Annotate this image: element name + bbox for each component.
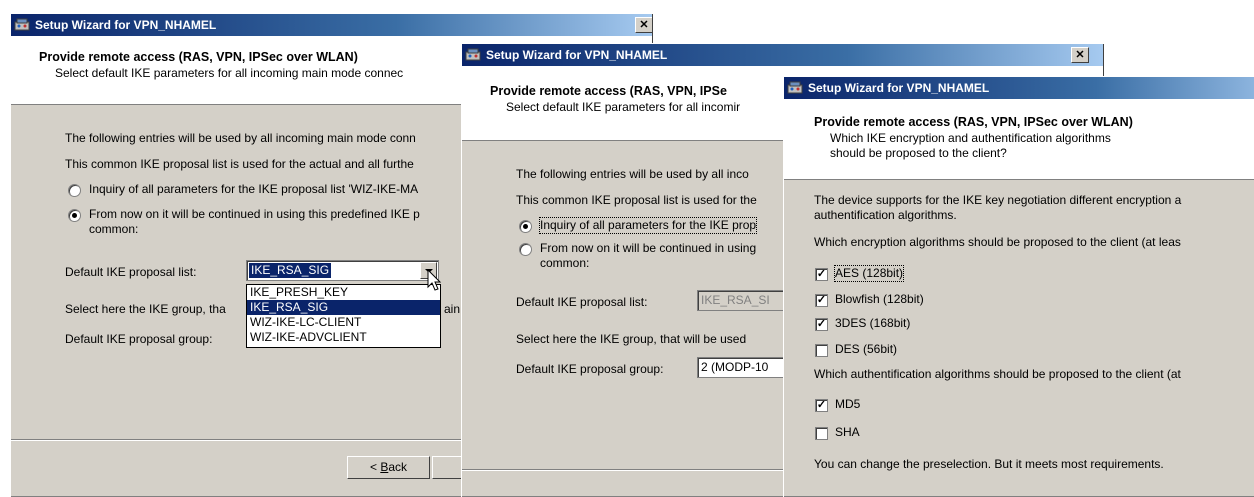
back-button-rest: ack xyxy=(388,460,408,474)
back-button-prefix: < xyxy=(369,460,381,474)
proposal-group-label: Default IKE proposal group: xyxy=(516,362,664,376)
proposal-group-label: Default IKE proposal group: xyxy=(65,332,213,346)
intro-text: The following entries will be used by al… xyxy=(65,131,416,145)
checkbox-3des-label[interactable]: 3DES (168bit) xyxy=(835,316,910,331)
radio-inquiry-label[interactable]: Inquiry of all parameters for the IKE pr… xyxy=(538,217,758,234)
network-wizard-icon xyxy=(787,81,803,94)
close-icon[interactable]: ✕ xyxy=(635,17,652,33)
checkbox-md5[interactable]: ✓ xyxy=(815,399,828,412)
radio-inquiry-label[interactable]: Inquiry of all parameters for the IKE pr… xyxy=(89,182,418,197)
checkbox-aes[interactable]: ✓ xyxy=(815,268,828,281)
checkbox-sha[interactable] xyxy=(815,427,828,440)
group-help-text-tail: ain xyxy=(444,302,461,316)
combo-value: 2 (MODP-10 xyxy=(701,360,769,374)
proposal-list-combo[interactable]: IKE_RSA_SIG xyxy=(246,260,439,281)
title-bar[interactable]: Setup Wizard for VPN_NHAMEL ✕ xyxy=(462,44,1103,66)
wizard-window-3: Setup Wizard for VPN_NHAMEL Provide remo… xyxy=(783,76,1254,497)
group-help-text: Select here the IKE group, tha xyxy=(65,302,226,316)
next-button[interactable] xyxy=(432,456,464,479)
header-title: Provide remote access (RAS, VPN, IPSe xyxy=(490,84,727,98)
proposal-list-label: Default IKE proposal list: xyxy=(516,295,648,309)
radio-predefined-label[interactable]: From now on it will be continued in usin… xyxy=(89,207,420,222)
dropdown-option[interactable]: IKE_PRESH_KEY xyxy=(247,285,440,300)
combo-value: IKE_RSA_SIG xyxy=(249,263,332,278)
dropdown-option[interactable]: WIZ-IKE-ADVCLIENT xyxy=(247,330,440,345)
intro-text: The device supports for the IKE key nego… xyxy=(814,193,1182,207)
window-title: Setup Wizard for VPN_NHAMEL xyxy=(35,18,217,32)
proposal-list-label: Default IKE proposal list: xyxy=(65,265,197,279)
radio-predefined-label-cont: common: xyxy=(89,222,139,236)
auth-question: Which authentification algorithms should… xyxy=(814,367,1181,381)
encryption-question: Which encryption algorithms should be pr… xyxy=(814,235,1181,249)
radio-inquiry[interactable] xyxy=(68,184,81,197)
checkbox-3des[interactable]: ✓ xyxy=(815,318,828,331)
header-title: Provide remote access (RAS, VPN, IPSec o… xyxy=(814,115,1133,129)
header-subtitle-line2: should be proposed to the client? xyxy=(830,146,1007,160)
header-subtitle-line1: Which IKE encryption and authentificatio… xyxy=(830,131,1111,145)
intro-text: This common IKE proposal list is used fo… xyxy=(516,193,757,207)
radio-predefined[interactable] xyxy=(68,209,81,222)
radio-predefined[interactable] xyxy=(519,243,532,256)
radio-predefined-label-cont: common: xyxy=(540,256,590,270)
dropdown-option[interactable]: WIZ-IKE-LC-CLIENT xyxy=(247,315,440,330)
header-subtitle: Select default IKE parameters for all in… xyxy=(506,100,741,114)
title-bar[interactable]: Setup Wizard for VPN_NHAMEL xyxy=(784,77,1254,99)
window-title: Setup Wizard for VPN_NHAMEL xyxy=(486,48,668,62)
combo-value: IKE_RSA_SI xyxy=(701,293,770,307)
back-button[interactable]: < Back xyxy=(347,456,430,479)
radio-inquiry[interactable] xyxy=(519,220,532,233)
checkbox-des[interactable] xyxy=(815,344,828,357)
header-subtitle: Select default IKE parameters for all in… xyxy=(55,66,404,80)
intro-text: This common IKE proposal list is used fo… xyxy=(65,157,414,171)
checkbox-aes-label[interactable]: AES (128bit) xyxy=(833,265,905,282)
mouse-cursor-icon xyxy=(427,269,442,291)
title-bar[interactable]: Setup Wizard for VPN_NHAMEL ✕ xyxy=(11,14,652,36)
checkbox-blowfish[interactable]: ✓ xyxy=(815,294,828,307)
proposal-list-dropdown[interactable]: IKE_PRESH_KEY IKE_RSA_SIG WIZ-IKE-LC-CLI… xyxy=(246,284,441,348)
dropdown-option-selected[interactable]: IKE_RSA_SIG xyxy=(247,300,440,315)
checkbox-sha-label[interactable]: SHA xyxy=(835,425,860,440)
network-wizard-icon xyxy=(465,48,481,61)
intro-text: The following entries will be used by al… xyxy=(516,167,749,181)
window-title: Setup Wizard for VPN_NHAMEL xyxy=(808,81,990,95)
group-help-text: Select here the IKE group, that will be … xyxy=(516,332,747,346)
network-wizard-icon xyxy=(14,18,30,31)
checkbox-md5-label[interactable]: MD5 xyxy=(835,397,860,412)
header-title: Provide remote access (RAS, VPN, IPSec o… xyxy=(39,50,358,64)
close-icon[interactable]: ✕ xyxy=(1071,47,1089,63)
checkbox-blowfish-label[interactable]: Blowfish (128bit) xyxy=(835,292,924,307)
radio-predefined-label[interactable]: From now on it will be continued in usin… xyxy=(540,241,756,256)
intro-text: authentification algorithms. xyxy=(814,208,957,222)
checkbox-des-label[interactable]: DES (56bit) xyxy=(835,342,897,357)
footer-note: You can change the preselection. But it … xyxy=(814,457,1164,471)
wizard-header: Provide remote access (RAS, VPN, IPSec o… xyxy=(784,99,1254,180)
